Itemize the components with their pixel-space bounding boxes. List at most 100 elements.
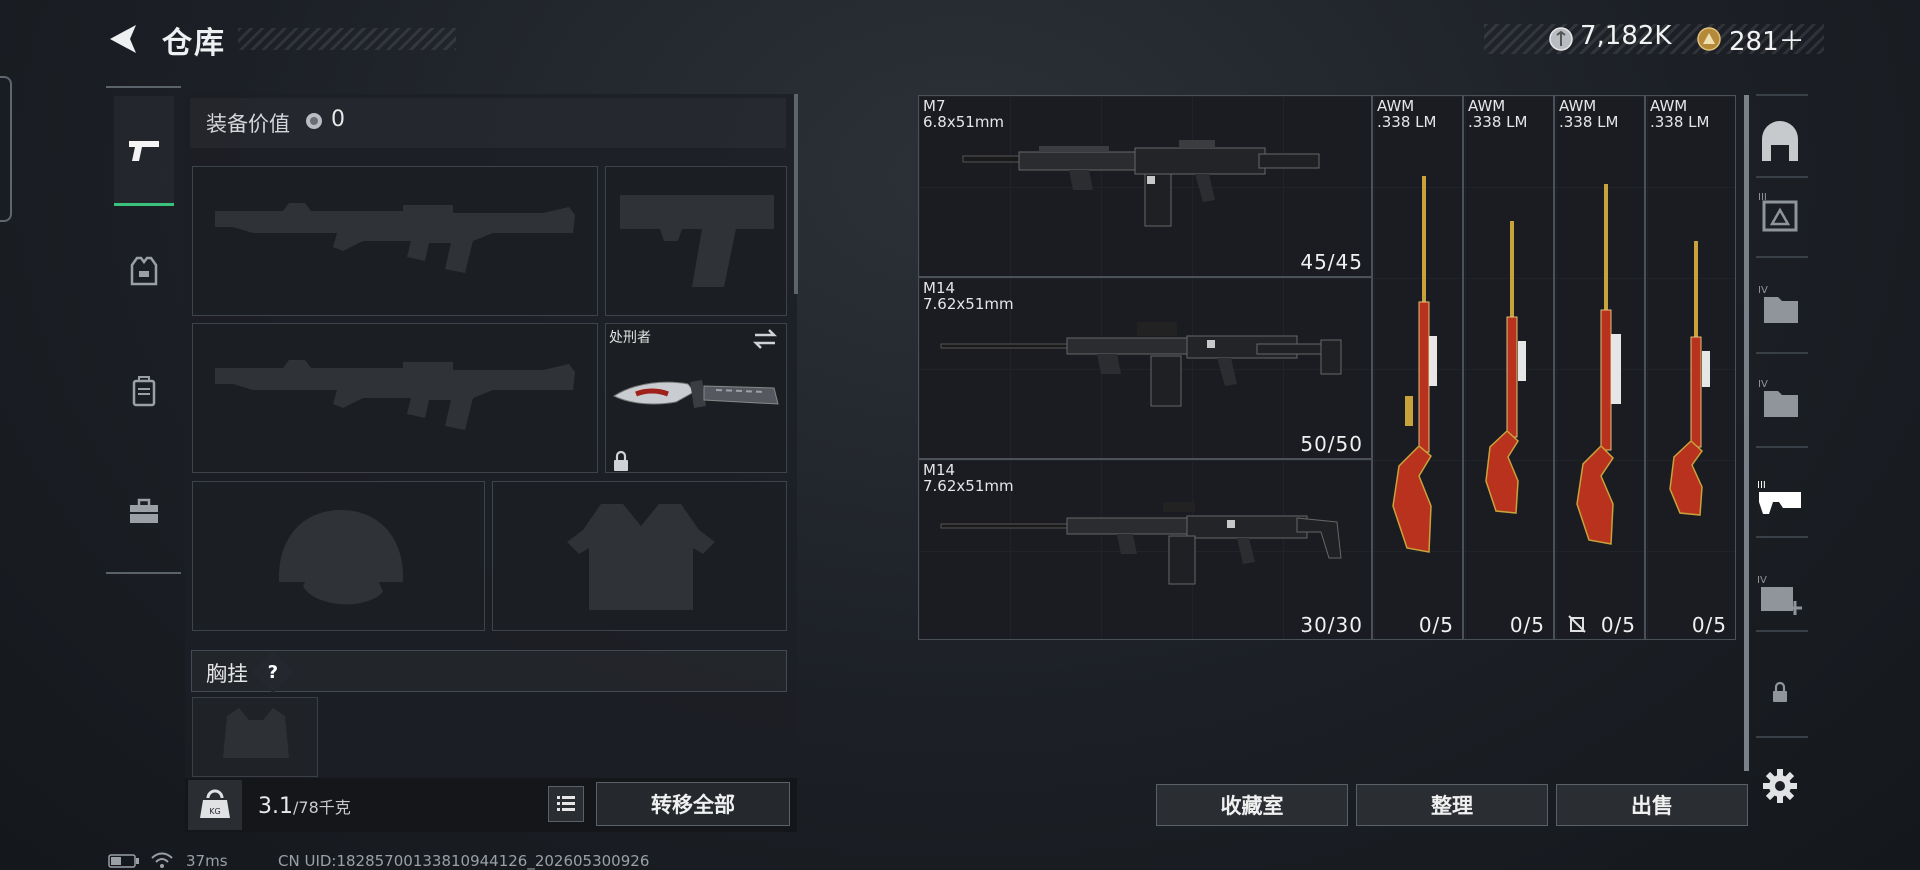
weapon-caliber: .338 LM bbox=[1468, 113, 1528, 131]
storage-icon bbox=[1762, 121, 1798, 161]
svg-text:KG: KG bbox=[209, 807, 220, 816]
side-drawer-tab[interactable] bbox=[0, 76, 12, 222]
weapon-rack-iii-icon: III bbox=[1757, 480, 1801, 514]
inventory-item-awm[interactable]: AWM .338 LM 0/5 bbox=[1463, 95, 1554, 640]
ammo-count: 45/45 bbox=[1300, 250, 1363, 274]
rifle-silhouette-icon bbox=[215, 360, 575, 430]
m14-rifle-icon bbox=[940, 502, 1342, 585]
chest-rig-silhouette-icon bbox=[223, 708, 289, 758]
collection-room-button[interactable]: 收藏室 bbox=[1156, 784, 1348, 826]
melee-item-name: 处刑者 bbox=[609, 330, 651, 346]
nav-case[interactable] bbox=[114, 456, 174, 566]
weapon-caliber: 7.62x51mm bbox=[923, 295, 1014, 313]
silver-coin-icon bbox=[1549, 27, 1573, 51]
category-nav bbox=[106, 86, 181, 574]
awm-sniper-rifle-icon bbox=[1485, 221, 1526, 514]
item-name: AWM .338 LM bbox=[1377, 98, 1436, 130]
toolbar-storage[interactable] bbox=[1754, 114, 1806, 170]
armor-vest-icon bbox=[130, 256, 158, 286]
back-button[interactable] bbox=[104, 22, 144, 56]
item-name: AWM .338 LM bbox=[1468, 98, 1527, 130]
inventory-item-m14[interactable]: M14 7.62x51mm 50/50 bbox=[918, 277, 1372, 459]
carry-weight-max: /78千克 bbox=[293, 798, 351, 817]
secondary-weapon-slot[interactable] bbox=[192, 323, 598, 473]
weapon-caliber: .338 LM bbox=[1650, 113, 1710, 131]
toolbar-container-iii[interactable]: III bbox=[1754, 184, 1806, 240]
kettlebell-weight-icon: KG bbox=[200, 789, 230, 818]
transfer-all-button[interactable]: 转移全部 bbox=[596, 782, 790, 826]
ammo-count: 0/5 bbox=[1418, 613, 1454, 637]
helmet-silhouette-icon bbox=[278, 510, 404, 605]
equipment-value-label: 装备价值 bbox=[206, 112, 290, 136]
currency-secondary-value[interactable]: 281＋ bbox=[1729, 21, 1805, 58]
user-uid: CN UID:1828570013381094412​6_20260530092… bbox=[278, 852, 650, 870]
m7-rifle-icon bbox=[962, 140, 1320, 227]
inventory-item-awm[interactable]: AWM .338 LM 0/5 bbox=[1645, 95, 1736, 640]
carry-weight: 3.1/78千克 bbox=[258, 794, 351, 819]
add-container-iv-icon: IV bbox=[1757, 575, 1802, 615]
equipment-value: 0 bbox=[331, 107, 345, 132]
folder-iv-icon: IV bbox=[1758, 379, 1798, 417]
toolbar-divider bbox=[1756, 736, 1808, 738]
battery-icon bbox=[108, 854, 139, 868]
awm-sniper-rifle-icon bbox=[1576, 184, 1621, 545]
title-decoration bbox=[238, 28, 456, 50]
inventory-scrollbar[interactable] bbox=[1744, 95, 1749, 771]
toolbar-folder-iv-1[interactable]: IV bbox=[1754, 276, 1806, 332]
toolbar-locked-slot[interactable] bbox=[1754, 664, 1806, 720]
weapon-caliber: 7.62x51mm bbox=[923, 477, 1014, 495]
settings-button[interactable] bbox=[1754, 758, 1806, 814]
body-armor-slot[interactable] bbox=[492, 481, 787, 631]
nav-backpack[interactable] bbox=[114, 336, 174, 446]
toolbar-add-container-iv[interactable]: IV bbox=[1754, 566, 1806, 622]
weapon-caliber: .338 LM bbox=[1559, 113, 1619, 131]
weapon-name: AWM bbox=[1650, 97, 1688, 115]
gold-coin-icon bbox=[1697, 27, 1721, 51]
gear-icon bbox=[1763, 769, 1797, 803]
carry-weight-value: 3.1 bbox=[258, 794, 293, 819]
svg-text:IV: IV bbox=[1758, 379, 1768, 390]
toolbar-divider bbox=[1756, 94, 1808, 96]
sidearm-slot[interactable] bbox=[605, 166, 787, 316]
sell-button[interactable]: 出售 bbox=[1556, 784, 1748, 826]
back-arrow-icon bbox=[110, 25, 136, 53]
nav-armor[interactable] bbox=[114, 216, 174, 326]
silver-coin-icon bbox=[306, 113, 322, 129]
ammo-count: 50/50 bbox=[1300, 432, 1363, 456]
folder-iv-icon: IV bbox=[1758, 285, 1798, 323]
item-name: AWM .338 LM bbox=[1559, 98, 1618, 130]
list-view-button[interactable] bbox=[548, 786, 584, 822]
toolbar-weapon-rack-iii[interactable]: III bbox=[1754, 470, 1806, 526]
inventory-item-awm[interactable]: AWM .338 LM 0/5 bbox=[1372, 95, 1463, 640]
wifi-icon bbox=[151, 852, 173, 868]
chest-rig-slot[interactable] bbox=[192, 697, 318, 777]
svg-text:IV: IV bbox=[1758, 285, 1768, 296]
m14-rifle-icon bbox=[940, 322, 1342, 407]
helmet-slot[interactable] bbox=[192, 481, 485, 631]
item-name: M14 7.62x51mm bbox=[923, 462, 1014, 494]
loadout-scrollbar[interactable] bbox=[794, 94, 798, 294]
primary-weapon-slot[interactable] bbox=[192, 166, 598, 316]
rifle-silhouette-icon bbox=[215, 203, 575, 273]
weapon-name: AWM bbox=[1559, 97, 1597, 115]
weapon-name: M14 bbox=[923, 279, 956, 297]
nav-weapons[interactable] bbox=[114, 96, 174, 206]
toolbar-divider bbox=[1756, 536, 1808, 538]
inventory-item-m7[interactable]: M7 6.8x51mm 45/45 bbox=[918, 95, 1372, 277]
no-magazine-icon bbox=[1568, 615, 1586, 633]
toolbar-divider bbox=[1756, 256, 1808, 258]
item-name: M7 6.8x51mm bbox=[923, 98, 1004, 130]
swap-icon[interactable] bbox=[752, 328, 778, 350]
weight-indicator: KG bbox=[188, 780, 242, 830]
sort-button[interactable]: 整理 bbox=[1356, 784, 1548, 826]
inventory-item-m14[interactable]: M14 7.62x51mm 30/30 bbox=[918, 459, 1372, 640]
weapon-name: M14 bbox=[923, 461, 956, 479]
toolbar-folder-iv-2[interactable]: IV bbox=[1754, 370, 1806, 426]
lock-icon bbox=[1773, 681, 1787, 702]
inventory-item-awm[interactable]: AWM .338 LM 0/5 bbox=[1554, 95, 1645, 640]
awm-sniper-rifle-icon bbox=[1392, 176, 1437, 553]
svg-text:IV: IV bbox=[1757, 575, 1767, 586]
ammo-count: 30/30 bbox=[1300, 613, 1363, 637]
container-iii-icon: III bbox=[1758, 192, 1798, 232]
currency-primary-value: 7,182K bbox=[1580, 21, 1672, 51]
